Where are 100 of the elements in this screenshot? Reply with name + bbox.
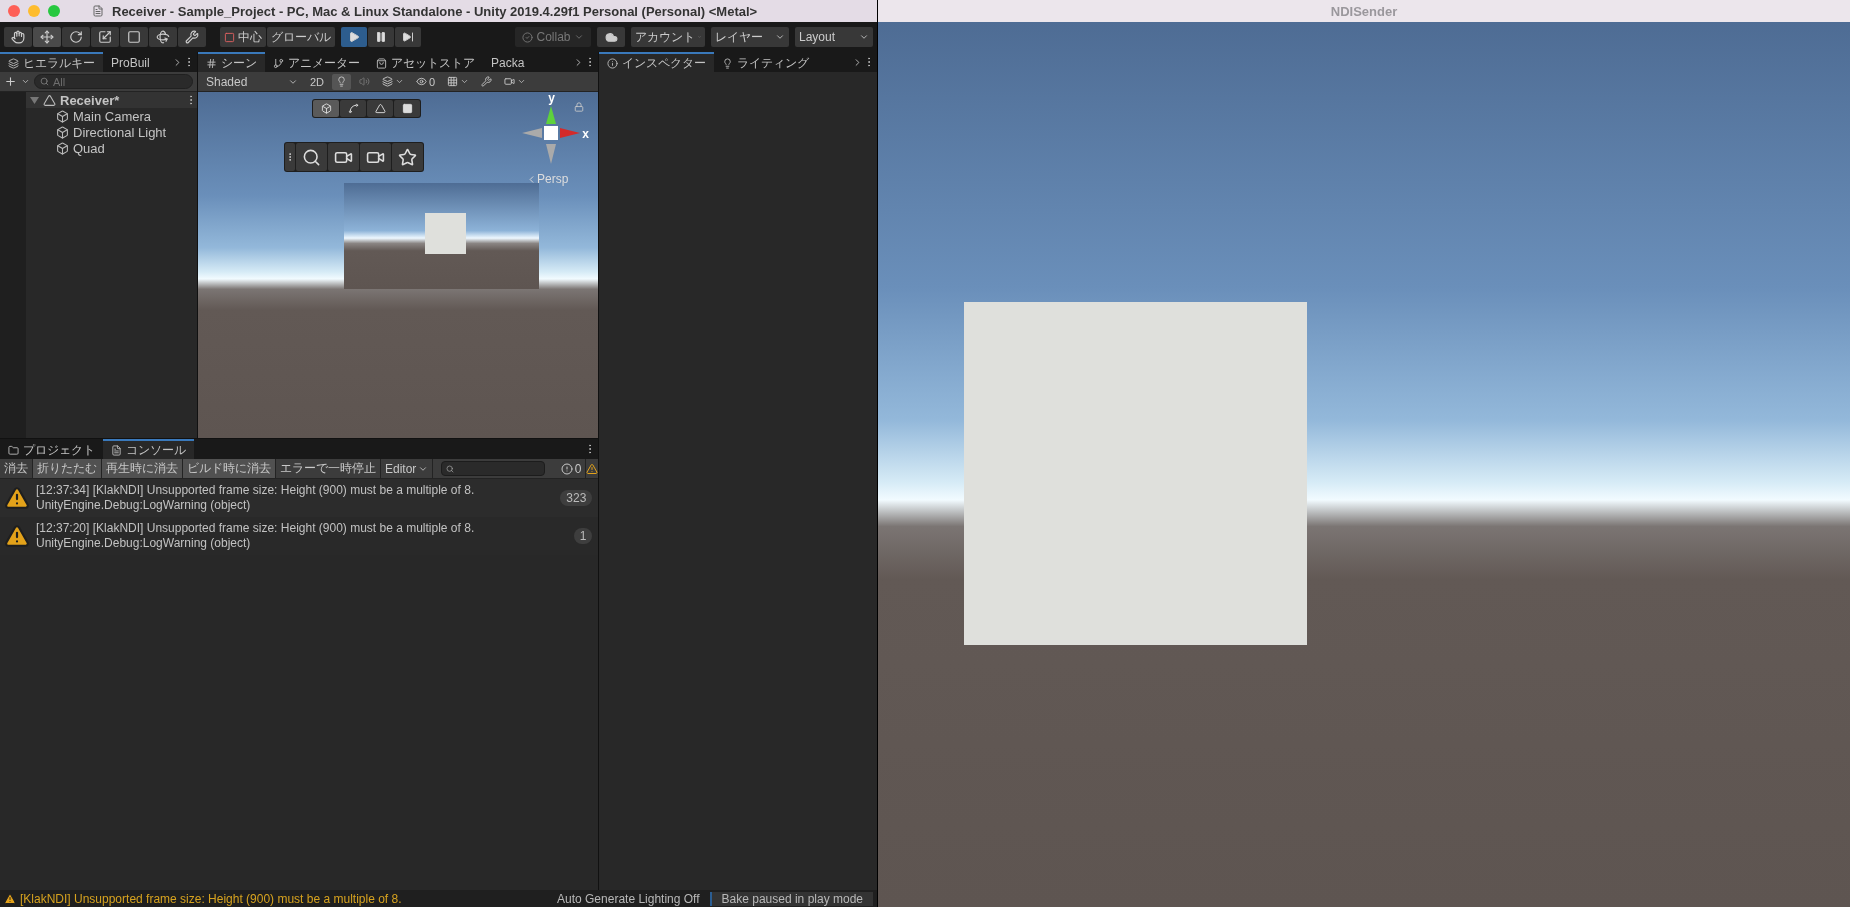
panel-tab[interactable]: ライティング — [714, 52, 818, 72]
account-dropdown[interactable]: アカウント — [631, 27, 705, 47]
cube-icon — [56, 125, 69, 139]
tool-button[interactable] — [4, 27, 32, 47]
panel-tab[interactable]: コンソール — [103, 439, 194, 459]
2d-toggle[interactable]: 2D — [306, 73, 329, 90]
rotate-icon — [69, 30, 83, 44]
folder-icon — [8, 444, 19, 456]
document-icon — [111, 444, 122, 456]
panel-tab[interactable]: アセットストア — [368, 52, 483, 72]
face-icon — [401, 103, 413, 114]
cloud-button[interactable] — [597, 27, 625, 47]
play-icon — [348, 31, 360, 43]
wrench-icon — [185, 30, 199, 44]
warning-icon — [4, 523, 30, 549]
caret-icon — [21, 77, 30, 86]
play-button[interactable] — [341, 27, 367, 47]
global-button[interactable]: グローバル — [267, 27, 335, 47]
panel-tab[interactable]: ヒエラルキー — [0, 52, 103, 72]
panel-tab[interactable]: ProBuil — [103, 52, 158, 72]
panel-tab[interactable]: Packa — [483, 52, 533, 72]
lock-icon — [574, 102, 585, 112]
pause-button[interactable] — [368, 27, 394, 47]
search-button[interactable] — [296, 143, 327, 171]
tool-button[interactable] — [149, 27, 177, 47]
square-icon — [127, 30, 141, 44]
expand-arrow-icon[interactable] — [30, 95, 39, 105]
panel-tab[interactable]: シーン — [198, 52, 265, 72]
tool-button[interactable] — [120, 27, 148, 47]
status-message[interactable]: [KlakNDI] Unsupported frame size: Height (900) must be a multiple of 8. — [20, 891, 402, 906]
layers-icon — [382, 76, 394, 87]
favorite-button[interactable] — [392, 143, 423, 171]
wrench-icon — [481, 76, 493, 87]
log-message: [12:37:20] [KlakNDI] Unsupported frame size: Height (900) must be a multiple of 8. — [36, 521, 476, 536]
search-icon — [40, 77, 49, 86]
grid-icon — [447, 76, 459, 87]
scale-icon — [98, 30, 112, 44]
console-toggle[interactable]: 再生時に消去 — [102, 459, 183, 478]
tool-button[interactable] — [178, 27, 206, 47]
hierarchy-item[interactable]: Main Camera — [73, 108, 152, 124]
camera-button[interactable] — [360, 143, 391, 171]
caret-icon — [460, 77, 470, 86]
visibility-toggle[interactable]: 0 — [412, 73, 440, 90]
bake-status: Bake paused in play mode — [709, 891, 873, 906]
pivot-icon — [224, 31, 235, 43]
vertex-mode-button[interactable] — [340, 100, 366, 117]
cube-icon — [56, 141, 69, 155]
panel-tab[interactable]: プロジェクト — [0, 439, 103, 459]
console-toggle[interactable]: 折りたたむ — [33, 459, 102, 478]
log-trace: UnityEngine.Debug:LogWarning (object) — [36, 536, 252, 551]
edge-icon — [374, 103, 386, 114]
lighting-status: Auto Generate Lighting Off — [556, 891, 701, 906]
panel-tab[interactable]: インスペクター — [599, 52, 715, 72]
tool-button[interactable] — [91, 27, 119, 47]
tool-button[interactable] — [33, 27, 61, 47]
pivot-button[interactable]: 中心 — [220, 27, 266, 47]
caret-icon — [517, 77, 527, 86]
shading-dropdown[interactable]: Shaded — [202, 73, 302, 90]
search-icon — [446, 464, 455, 473]
branch-icon — [273, 57, 284, 69]
camera-icon — [504, 76, 516, 87]
hierarchy-item[interactable]: Directional Light — [73, 124, 167, 140]
quad-drawing — [425, 213, 466, 254]
face-mode-button[interactable] — [394, 100, 420, 117]
x-axis-label: x — [582, 128, 589, 140]
caret-icon — [573, 32, 584, 42]
search-field[interactable]: All — [34, 74, 193, 89]
panel-tab[interactable]: アニメーター — [265, 52, 368, 72]
y-axis-label: y — [548, 92, 555, 104]
document-icon — [92, 5, 104, 17]
step-icon — [402, 31, 414, 43]
layers-dropdown[interactable]: レイヤー — [711, 27, 789, 47]
layout-dropdown[interactable]: Layout — [795, 27, 873, 47]
log-message: [12:37:34] [KlakNDI] Unsupported frame size: Height (900) must be a multiple of 8. — [36, 483, 476, 498]
console-search-field[interactable] — [441, 461, 546, 476]
window-title: NDISender — [1330, 3, 1398, 19]
hierarchy-item[interactable]: Quad — [73, 140, 105, 156]
log-entry[interactable]: [12:37:34] [KlakNDI] Unsupported frame size: Height (900) must be a multiple of 8. UnityEngine.Debug:LogWarning (object) 323 — [0, 479, 599, 517]
object-mode-button[interactable] — [313, 100, 339, 117]
overlay-handle[interactable] — [285, 143, 295, 171]
grid-icon — [206, 57, 217, 69]
edge-mode-button[interactable] — [367, 100, 393, 117]
star-icon — [398, 147, 417, 167]
lighting-toggle[interactable] — [332, 73, 352, 90]
error-icon — [560, 462, 573, 475]
log-count: 1 — [573, 528, 593, 544]
step-button[interactable] — [395, 27, 421, 47]
log-trace: UnityEngine.Debug:LogWarning (object) — [36, 498, 252, 513]
console-toggle[interactable]: ビルド時に消去 — [183, 459, 276, 478]
caret-icon — [775, 32, 785, 42]
tool-button[interactable] — [62, 27, 90, 47]
hand-icon — [11, 30, 25, 44]
log-count: 323 — [560, 490, 593, 506]
caret-icon — [395, 77, 405, 86]
cloud-icon — [604, 30, 618, 44]
move-icon — [40, 30, 54, 44]
eye-icon — [416, 76, 428, 87]
scene-view[interactable]: y x Persp — [198, 92, 599, 438]
add-camera-button[interactable] — [328, 143, 359, 171]
bag-icon — [376, 57, 387, 69]
